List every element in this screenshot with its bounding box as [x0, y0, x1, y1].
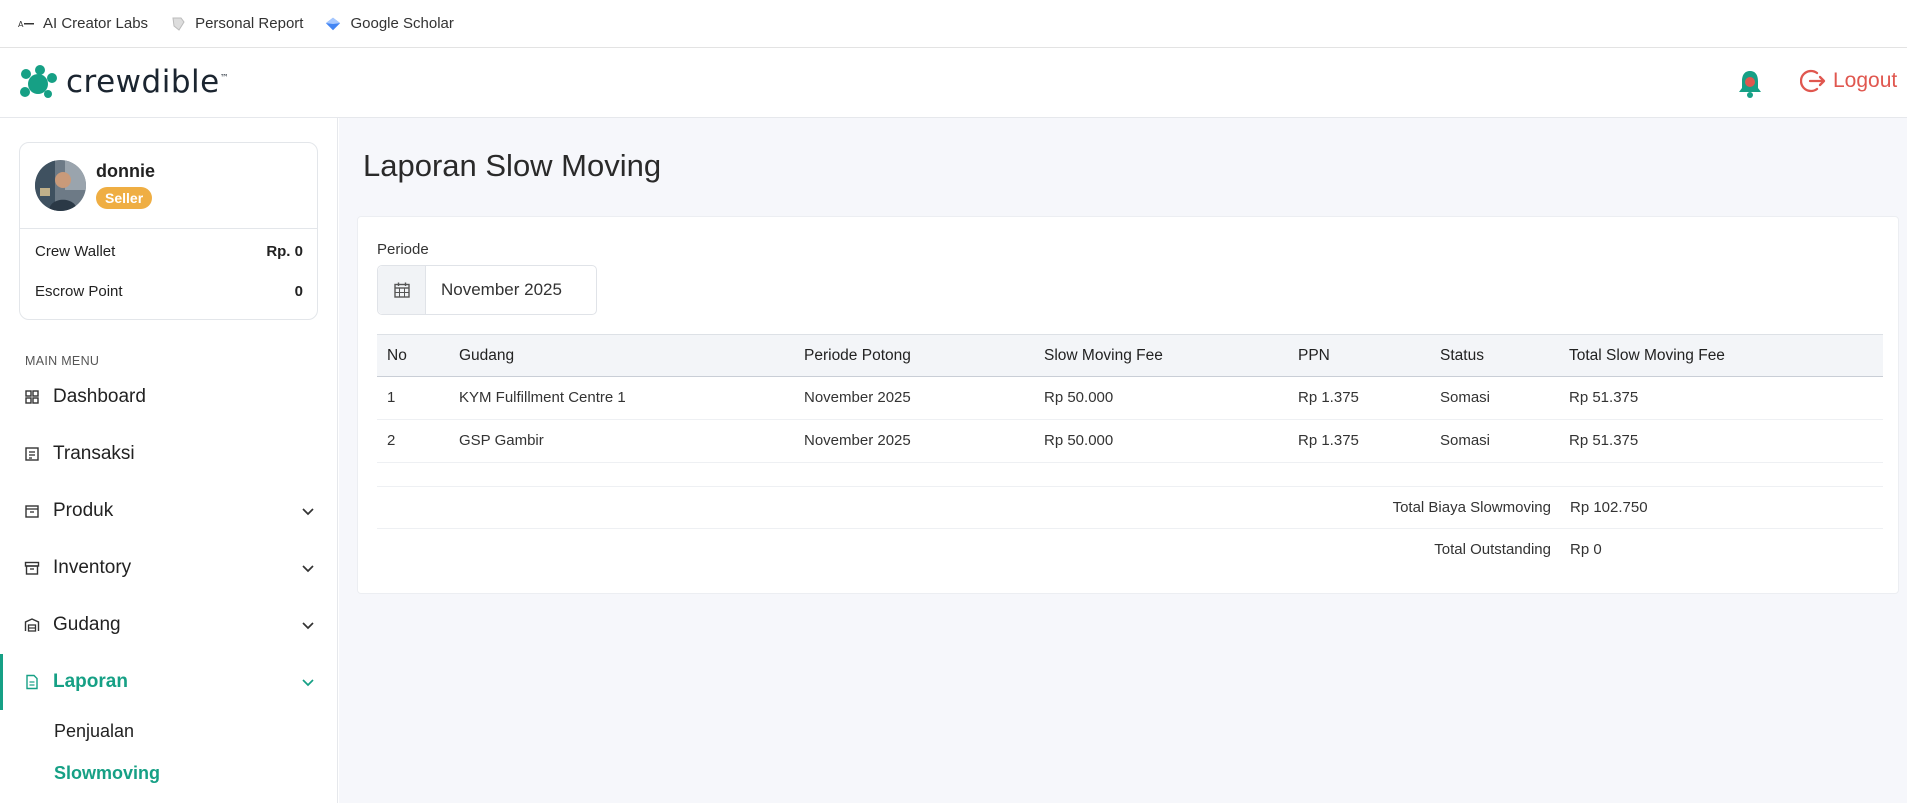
crewdible-logo-icon [20, 65, 57, 98]
logout-icon [1800, 69, 1826, 93]
google-scholar-icon [325, 16, 341, 32]
escrow-point-label: Escrow Point [35, 283, 123, 300]
user-name: donnie [96, 161, 155, 181]
sidebar: donnie Seller Crew Wallet Rp. 0 Escrow P… [0, 118, 338, 803]
notification-bell-icon[interactable] [1736, 68, 1764, 98]
app-header: crewdible™ Logout [0, 48, 1907, 118]
column-header-total-slow-moving-fee: Total Slow Moving Fee [1569, 347, 1725, 364]
cell-slow-moving-fee: Rp 50.000 [1044, 432, 1114, 449]
cell-total: Rp 51.375 [1569, 432, 1639, 449]
cell-ppn: Rp 1.375 [1298, 432, 1359, 449]
sidebar-item-label: Gudang [53, 614, 121, 635]
table-row: 2 GSP Gambir November 2025 Rp 50.000 Rp … [377, 420, 1883, 463]
periode-value: November 2025 [441, 280, 562, 299]
cell-gudang: KYM Fulfillment Centre 1 [459, 389, 626, 406]
report-panel: Periode November 2025 No Gudang Periode … [357, 216, 1899, 594]
cell-ppn: Rp 1.375 [1298, 389, 1359, 406]
total-biaya-value: Rp 102.750 [1570, 499, 1648, 516]
crew-wallet-row: Crew Wallet Rp. 0 [35, 243, 303, 260]
box-icon [25, 505, 39, 518]
escrow-point-value: 0 [294, 283, 303, 300]
crew-wallet-label: Crew Wallet [35, 243, 116, 260]
total-biaya-row: Total Biaya Slowmoving Rp 102.750 [377, 487, 1883, 529]
chevron-down-icon [302, 622, 314, 630]
slow-moving-table: No Gudang Periode Potong Slow Moving Fee… [377, 334, 1883, 571]
cell-slow-moving-fee: Rp 50.000 [1044, 389, 1114, 406]
sidebar-subitem-penjualan[interactable]: Penjualan [54, 721, 134, 742]
crew-wallet-value: Rp. 0 [266, 243, 303, 260]
sidebar-item-produk[interactable]: Produk [0, 491, 338, 531]
periode-picker[interactable]: November 2025 [377, 265, 597, 315]
bookmark-label: Google Scholar [350, 15, 454, 32]
table-spacer [377, 463, 1883, 487]
cell-no: 2 [387, 432, 396, 449]
logout-button[interactable]: Logout [1800, 68, 1897, 94]
escrow-point-row: Escrow Point 0 [35, 283, 303, 300]
table-row: 1 KYM Fulfillment Centre 1 November 2025… [377, 377, 1883, 420]
periode-label: Periode [377, 241, 429, 258]
chevron-down-icon [302, 565, 314, 573]
cell-gudang: GSP Gambir [459, 432, 544, 449]
column-header-status: Status [1440, 347, 1484, 364]
bookmark-personal-report[interactable]: Personal Report [170, 15, 303, 32]
cell-periode-potong: November 2025 [804, 389, 911, 406]
column-header-gudang: Gudang [459, 347, 515, 364]
sidebar-item-gudang[interactable]: Gudang [0, 605, 338, 645]
page-title: Laporan Slow Moving [363, 148, 662, 183]
chevron-down-icon [302, 508, 314, 516]
cell-no: 1 [387, 389, 396, 406]
bookmarks-bar: A AI Creator Labs Personal Report Google… [0, 0, 1907, 48]
calendar-icon[interactable] [378, 266, 426, 314]
column-header-slow-moving-fee: Slow Moving Fee [1044, 347, 1163, 364]
svg-text:A: A [18, 20, 24, 29]
total-biaya-label: Total Biaya Slowmoving [1392, 499, 1551, 516]
role-badge: Seller [96, 187, 153, 209]
sidebar-item-label: Dashboard [53, 386, 146, 407]
archive-icon [24, 561, 40, 575]
sidebar-subitem-slowmoving[interactable]: Slowmoving [54, 763, 160, 784]
personal-report-icon [170, 16, 186, 32]
cell-total: Rp 51.375 [1569, 389, 1639, 406]
sidebar-item-dashboard[interactable]: Dashboard [0, 377, 338, 417]
grid-icon [25, 390, 39, 404]
sidebar-item-inventory[interactable]: Inventory [0, 548, 338, 588]
document-icon [26, 674, 38, 690]
sidebar-item-laporan[interactable]: Laporan [0, 662, 338, 702]
total-outstanding-label: Total Outstanding [1434, 541, 1551, 558]
cell-periode-potong: November 2025 [804, 432, 911, 449]
sidebar-item-label: Laporan [53, 671, 128, 692]
total-outstanding-value: Rp 0 [1570, 541, 1602, 558]
column-header-no: No [387, 347, 407, 364]
column-header-ppn: PPN [1298, 347, 1330, 364]
bookmark-label: AI Creator Labs [43, 15, 149, 32]
column-header-periode-potong: Periode Potong [804, 347, 911, 364]
cell-status: Somasi [1440, 432, 1491, 449]
total-outstanding-row: Total Outstanding Rp 0 [377, 529, 1883, 571]
bookmark-label: Personal Report [195, 15, 304, 32]
main-menu-title: MAIN MENU [25, 354, 100, 368]
main-content: Laporan Slow Moving Periode November 202… [339, 118, 1907, 803]
sidebar-item-transaksi[interactable]: Transaksi [0, 434, 338, 474]
cell-status: Somasi [1440, 389, 1491, 406]
receipt-icon [25, 447, 39, 461]
logo-text: crewdible™ [66, 64, 230, 100]
bookmark-google-scholar[interactable]: Google Scholar [325, 15, 454, 32]
table-header: No Gudang Periode Potong Slow Moving Fee… [377, 334, 1883, 377]
card-divider [20, 228, 317, 229]
chevron-down-icon [302, 679, 314, 687]
profile-card: donnie Seller Crew Wallet Rp. 0 Escrow P… [19, 142, 318, 320]
avatar[interactable] [35, 160, 86, 211]
sidebar-item-label: Produk [53, 500, 114, 521]
logout-label: Logout [1833, 69, 1898, 92]
crewdible-logo[interactable]: crewdible™ [18, 64, 229, 100]
warehouse-icon [24, 618, 40, 632]
sidebar-item-label: Inventory [53, 557, 132, 578]
bookmark-ai-creator-labs[interactable]: A AI Creator Labs [18, 15, 148, 32]
sidebar-item-label: Transaksi [53, 443, 135, 464]
ai-creator-labs-icon: A [18, 16, 34, 32]
